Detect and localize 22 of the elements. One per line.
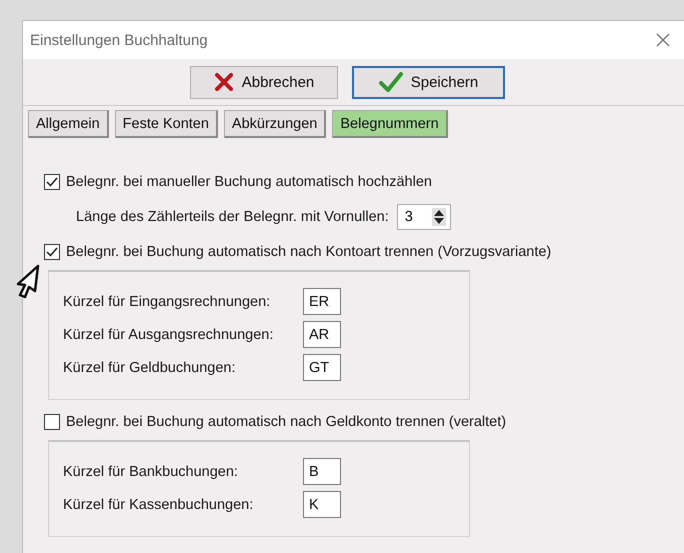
cancel-button[interactable]: Abbrechen: [190, 66, 338, 98]
save-button[interactable]: Speichern: [352, 66, 505, 98]
input-field[interactable]: B: [303, 458, 341, 485]
field-label: Kürzel für Kassenbuchungen:: [63, 496, 254, 512]
input-field[interactable]: ER: [303, 288, 341, 315]
field-label: Kürzel für Ausgangsrechnungen:: [63, 326, 274, 342]
tab[interactable]: Belegnummern: [332, 110, 448, 138]
checkbox-label: Belegnr. bei manueller Buchung automatisch hochzählen: [66, 174, 432, 190]
input-field[interactable]: K: [303, 491, 341, 518]
checkbox-label: Belegnr. bei Buchung automatisch nach Geldkonto trennen (veraltet): [66, 414, 506, 430]
tab[interactable]: Abkürzungen: [224, 110, 326, 138]
field-label: Kürzel für Bankbuchungen:: [63, 464, 239, 480]
input-field[interactable]: GT: [303, 354, 341, 381]
tab[interactable]: Feste Konten: [114, 110, 218, 138]
window-title: Einstellungen Buchhaltung: [30, 32, 208, 48]
tab[interactable]: Allgemein: [28, 110, 109, 138]
number-spinner[interactable]: 3: [396, 204, 451, 230]
field-label: Kürzel für Eingangsrechnungen:: [63, 294, 272, 310]
field-label: Kürzel für Geldbuchungen:: [63, 360, 236, 376]
checkbox-label: Belegnr. bei Buchung automatisch nach Kontoart trennen (Vorzugsvariante): [66, 244, 552, 260]
spinner-label: Länge des Zählerteils der Belegnr. mit Vornullen:: [76, 209, 389, 225]
input-field[interactable]: AR: [303, 321, 341, 348]
